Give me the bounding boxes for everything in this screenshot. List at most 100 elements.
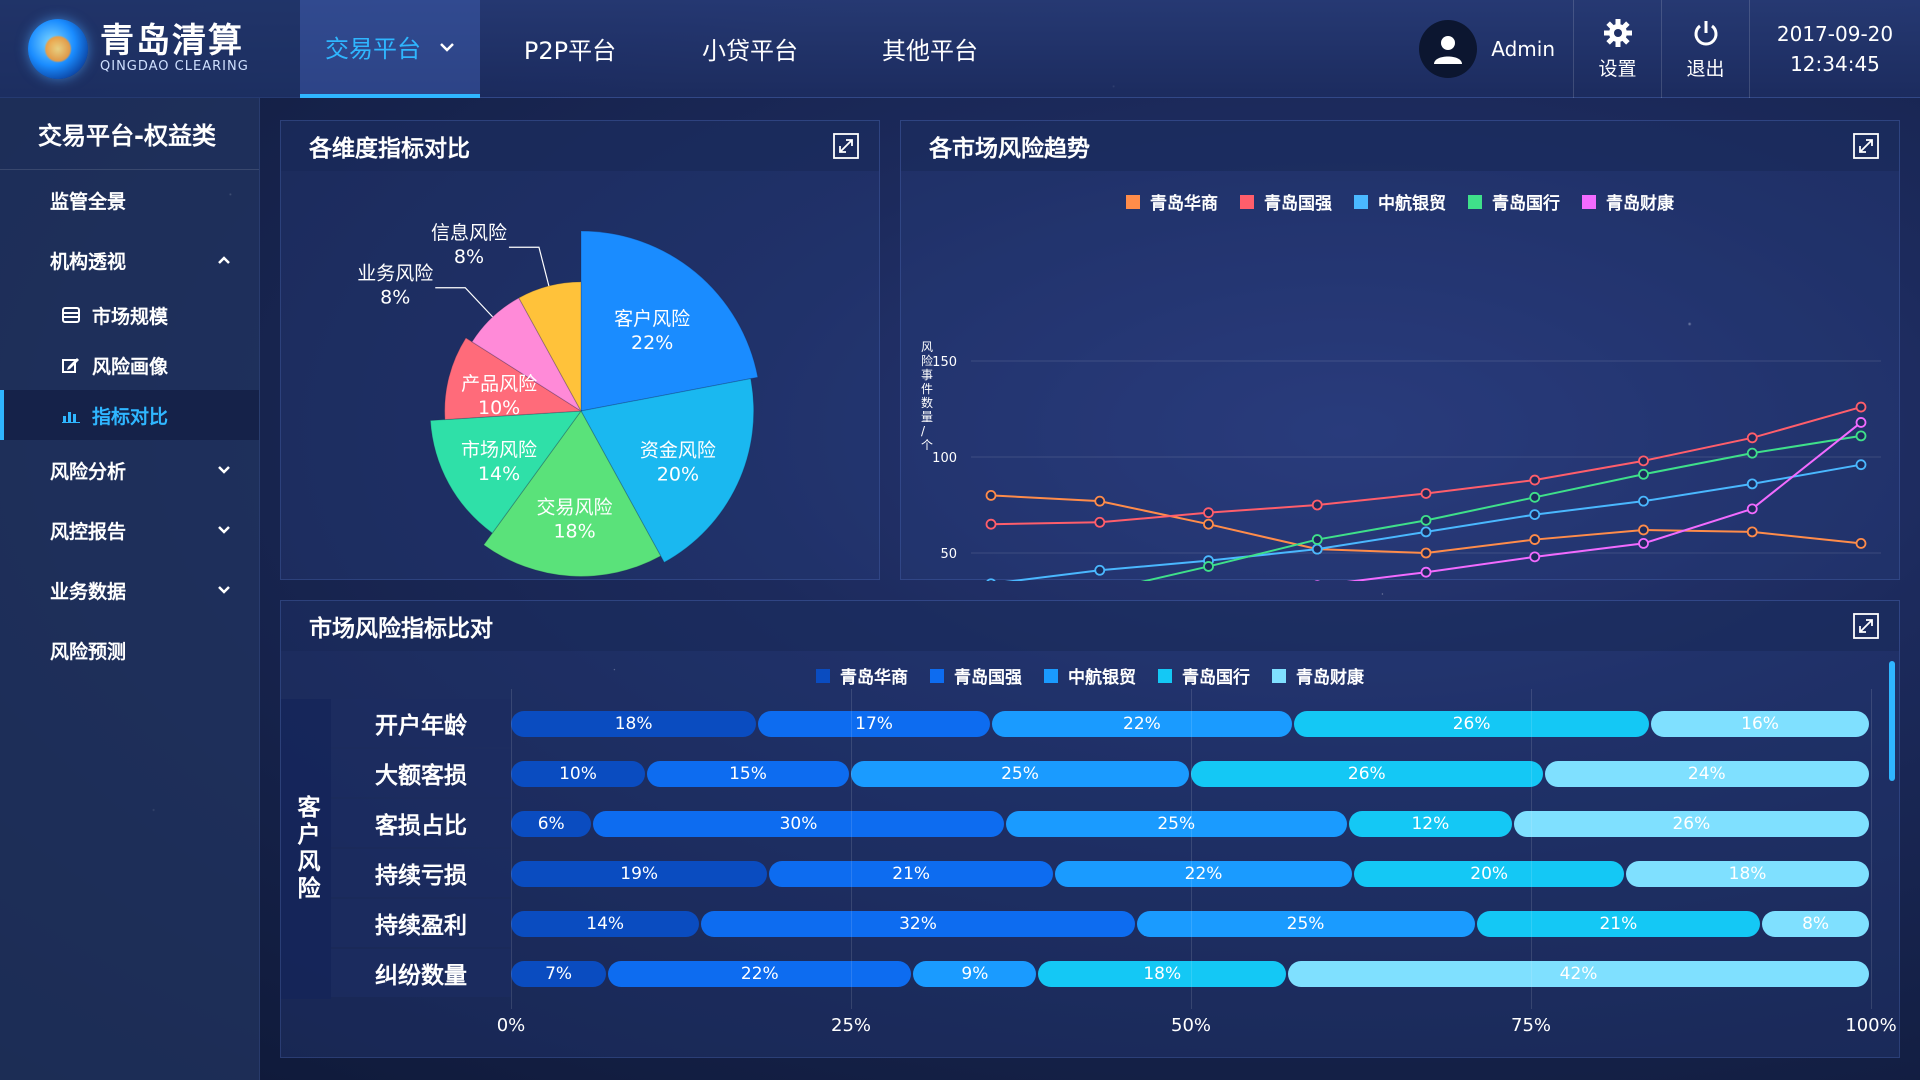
data-point[interactable] xyxy=(1420,566,1432,578)
user-menu[interactable]: Admin xyxy=(1419,0,1574,98)
series-line[interactable] xyxy=(991,434,1862,581)
expand-icon[interactable] xyxy=(833,133,859,159)
legend-item[interactable]: 中航银贸 xyxy=(1044,663,1136,688)
data-point[interactable] xyxy=(1746,478,1758,490)
bar-segment[interactable]: 25% xyxy=(851,761,1189,787)
sidebar-subitem-indicator-compare[interactable]: 指标对比 xyxy=(0,390,259,440)
pie-leader-line xyxy=(435,287,494,318)
bar-segment[interactable]: 19% xyxy=(511,861,768,887)
chevron-up-icon xyxy=(218,256,230,264)
data-point[interactable] xyxy=(1638,495,1649,507)
bar-segment[interactable]: 10% xyxy=(511,761,645,787)
data-point[interactable] xyxy=(1529,474,1541,486)
bar-segment[interactable]: 7% xyxy=(511,961,607,987)
scrollbar[interactable] xyxy=(1889,661,1895,781)
data-point[interactable] xyxy=(986,578,996,581)
legend-item[interactable]: 青岛国强 xyxy=(930,663,1022,688)
expand-icon[interactable] xyxy=(1853,613,1879,639)
data-point[interactable] xyxy=(1638,455,1649,467)
data-point[interactable] xyxy=(1311,534,1323,545)
data-point[interactable] xyxy=(1855,430,1867,442)
data-point[interactable] xyxy=(1746,432,1758,444)
data-point[interactable] xyxy=(1094,564,1106,576)
bar-segment[interactable]: 24% xyxy=(1544,761,1869,787)
data-point[interactable] xyxy=(1638,537,1649,549)
bar-segment[interactable]: 18% xyxy=(511,711,757,737)
bar-segment[interactable]: 42% xyxy=(1288,961,1869,987)
bar-segment[interactable]: 16% xyxy=(1651,711,1869,737)
data-point[interactable] xyxy=(1311,499,1323,511)
bar-segment[interactable]: 22% xyxy=(1054,861,1353,887)
bar-segment[interactable]: 14% xyxy=(511,911,700,937)
data-point[interactable] xyxy=(1311,543,1323,555)
data-point[interactable] xyxy=(1420,514,1432,526)
legend-item[interactable]: 青岛国行 xyxy=(1158,663,1250,688)
data-point[interactable] xyxy=(1529,491,1541,503)
bar-segment[interactable]: 15% xyxy=(647,761,849,787)
pie-value-label: 10% xyxy=(478,397,520,419)
nav-label: 其他平台 xyxy=(882,37,978,65)
data-point[interactable] xyxy=(1094,516,1106,528)
data-point[interactable] xyxy=(985,518,997,530)
nav-p2p-platform[interactable]: P2P平台 xyxy=(480,0,660,98)
data-point[interactable] xyxy=(1746,447,1758,459)
legend-item[interactable]: 青岛财康 xyxy=(1272,663,1364,688)
data-point[interactable] xyxy=(1420,526,1432,538)
bar-segment[interactable]: 22% xyxy=(608,961,912,987)
expand-icon[interactable] xyxy=(1853,133,1879,159)
bar-segment[interactable]: 25% xyxy=(1136,911,1475,937)
bar-segment[interactable]: 6% xyxy=(511,811,592,837)
data-point[interactable] xyxy=(1203,561,1214,572)
legend-item[interactable]: 青岛华商 xyxy=(816,663,908,688)
data-point[interactable] xyxy=(1420,547,1432,559)
bar-segment[interactable]: 18% xyxy=(1626,861,1869,887)
sidebar-item-overview[interactable]: 监管全景 xyxy=(0,170,259,230)
bar-segment[interactable]: 17% xyxy=(758,711,990,737)
sidebar-item-risk-analysis[interactable]: 风险分析 xyxy=(0,440,259,500)
data-point[interactable] xyxy=(1855,537,1867,549)
logo[interactable]: 青岛清算 QINGDAO CLEARING xyxy=(0,0,300,98)
bar-segment[interactable]: 18% xyxy=(1038,961,1287,987)
bar-segment[interactable]: 30% xyxy=(593,811,1004,837)
data-point[interactable] xyxy=(985,489,997,501)
data-point[interactable] xyxy=(1529,551,1541,563)
bar-segment[interactable]: 26% xyxy=(1294,711,1650,737)
data-point[interactable] xyxy=(1529,509,1541,521)
bar-segment[interactable]: 20% xyxy=(1354,861,1625,887)
logout-button[interactable]: 退出 xyxy=(1662,0,1750,98)
data-point[interactable] xyxy=(1746,503,1758,515)
data-point[interactable] xyxy=(1746,526,1758,538)
grid-line xyxy=(511,689,512,1009)
nav-other-platform[interactable]: 其他平台 xyxy=(840,0,1020,98)
nav-trading-platform[interactable]: 交易平台 xyxy=(300,0,480,98)
data-point[interactable] xyxy=(1203,518,1214,530)
bar-segment[interactable]: 12% xyxy=(1348,811,1512,837)
sidebar-item-risk-report[interactable]: 风控报告 xyxy=(0,500,259,560)
settings-button[interactable]: 设置 xyxy=(1574,0,1662,98)
sidebar-subitem-risk-profile[interactable]: 风险画像 xyxy=(0,340,259,390)
data-point[interactable] xyxy=(1529,534,1541,545)
bar-segment[interactable]: 26% xyxy=(1513,811,1869,837)
sidebar-item-institution[interactable]: 机构透视 xyxy=(0,230,259,290)
sidebar-item-risk-forecast[interactable]: 风险预测 xyxy=(0,620,259,680)
bar-segment[interactable]: 21% xyxy=(769,861,1053,887)
data-point[interactable] xyxy=(1203,507,1214,519)
bar-segment[interactable]: 25% xyxy=(1005,811,1347,837)
data-point[interactable] xyxy=(1855,401,1867,413)
data-point[interactable] xyxy=(1855,459,1867,471)
data-point[interactable] xyxy=(1638,524,1649,536)
sidebar-item-business-data[interactable]: 业务数据 xyxy=(0,560,259,620)
bar-segment[interactable]: 26% xyxy=(1191,761,1543,787)
data-point[interactable] xyxy=(1094,495,1106,507)
pie-label: 客户风险 xyxy=(614,308,690,330)
bar-segment[interactable]: 8% xyxy=(1762,911,1869,937)
data-point[interactable] xyxy=(1855,417,1867,428)
bar-segment[interactable]: 21% xyxy=(1476,911,1761,937)
bar-segment[interactable]: 9% xyxy=(913,961,1037,987)
data-point[interactable] xyxy=(1420,488,1432,499)
data-point[interactable] xyxy=(1638,468,1649,480)
bar-segment[interactable]: 32% xyxy=(701,911,1135,937)
bar-segment[interactable]: 22% xyxy=(991,711,1293,737)
nav-loan-platform[interactable]: 小贷平台 xyxy=(660,0,840,98)
sidebar-subitem-market-scale[interactable]: 市场规模 xyxy=(0,290,259,340)
